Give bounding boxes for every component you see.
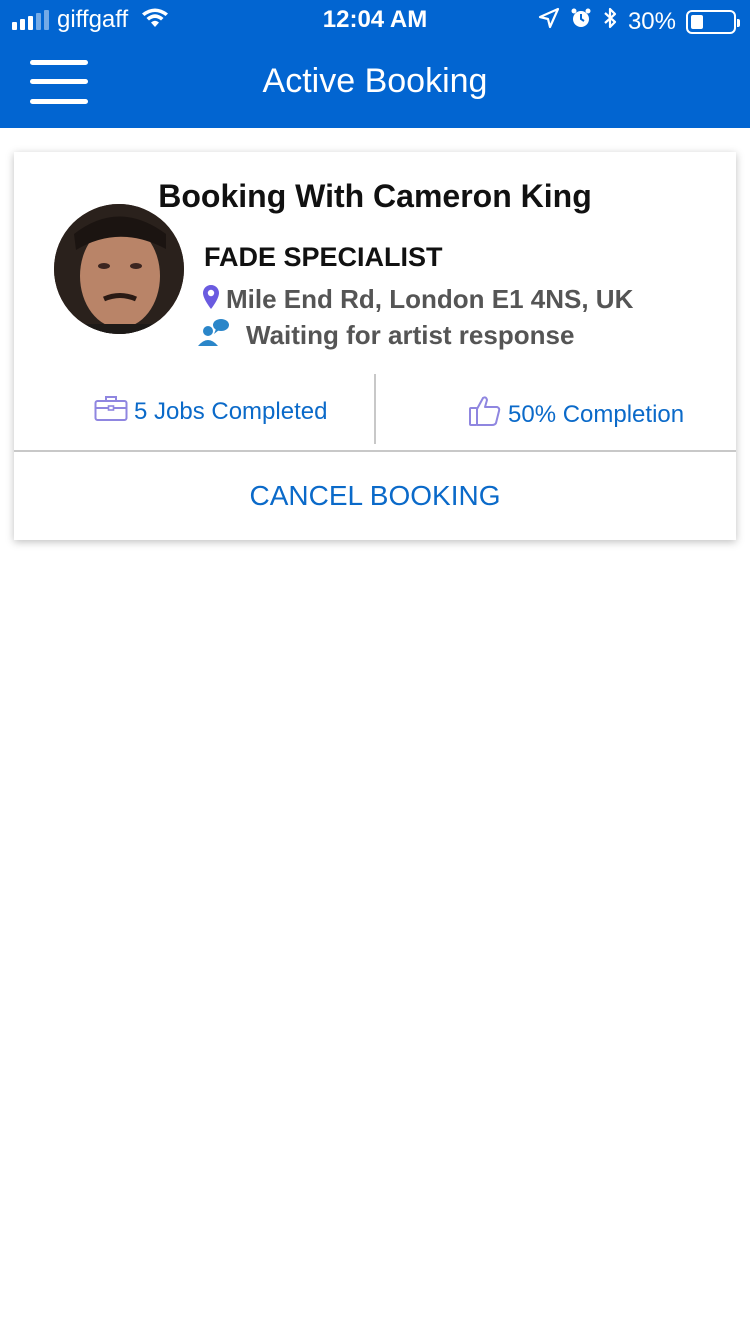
completion-label: 50% Completion [508,400,685,428]
avatar-image [54,204,184,334]
briefcase-icon [94,394,128,429]
completion-stat: 50% Completion [468,394,684,435]
bluetooth-icon [602,6,618,37]
alarm-icon [570,7,592,36]
booking-title: Booking With Cameron King [158,178,592,214]
status-bar: giffgaff 12:04 AM 30% [0,0,750,40]
stats-divider [374,374,376,444]
address-row: Mile End Rd, London E1 4NS, UK [202,284,633,315]
booking-address: Mile End Rd, London E1 4NS, UK [226,284,634,314]
jobs-completed-stat: 5 Jobs Completed [94,394,327,429]
page-title: Active Booking [262,62,488,100]
chat-person-icon [198,318,230,353]
location-pin-icon [202,284,220,315]
artist-specialty: FADE SPECIALIST [204,242,443,272]
cancel-booking-button[interactable]: CANCEL BOOKING [14,452,736,540]
battery-percent: 30% [627,7,676,35]
app-header-background: giffgaff 12:04 AM 30% Active Booking [0,0,750,128]
thumbs-up-icon [468,394,502,435]
booking-card: Booking With Cameron King FADE SPECIALIS… [14,152,736,540]
stats-row: 5 Jobs Completed 50% Completion [14,374,736,446]
battery-icon [686,9,740,34]
jobs-completed-label: 5 Jobs Completed [134,397,328,425]
booking-status: Waiting for artist response [246,320,575,350]
avatar [54,204,184,334]
location-arrow-icon [538,7,560,36]
booking-status-row: Waiting for artist response [198,318,574,353]
